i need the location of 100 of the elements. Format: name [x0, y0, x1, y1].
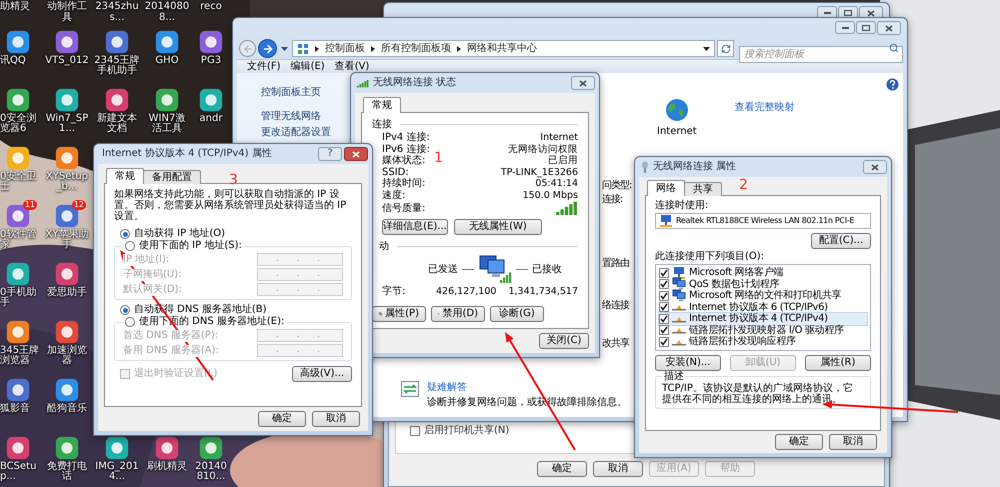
icon-label[interactable]: 345王牌浏览器 [0, 346, 42, 366]
button[interactable]: 确定 [258, 411, 306, 427]
item-label: 链路层拓扑发现响应程序 [689, 336, 796, 348]
icon-label[interactable]: 20140808... [144, 1, 190, 23]
close-button[interactable] [571, 76, 595, 90]
checkbox[interactable] [659, 314, 669, 324]
button[interactable]: 确定 [775, 434, 823, 450]
icon-label[interactable]: GHO [155, 56, 179, 66]
checkbox[interactable] [659, 290, 669, 301]
list-item[interactable]: Internet 协议版本 4 (TCP/IPv4) [659, 313, 867, 324]
icon-label[interactable]: 2345王牌手机助手 [94, 56, 140, 76]
checkbox[interactable] [659, 279, 669, 290]
minimize-button[interactable] [835, 21, 855, 34]
icon-label[interactable]: BCSetup... [0, 462, 42, 482]
button[interactable]: 安装(N)... [655, 354, 721, 370]
tab[interactable]: 常规 [106, 168, 144, 184]
maximize-button[interactable] [856, 21, 876, 34]
list-item[interactable]: Microsoft 网络客户端 [659, 267, 867, 278]
item-label: Internet 协议版本 4 (TCP/IPv4) [689, 313, 828, 324]
list-item[interactable]: QoS 数据包计划程序 [659, 278, 867, 290]
button[interactable]: 确定 [537, 461, 587, 477]
item-label: Microsoft 网络的文件和打印机共享 [689, 290, 842, 302]
search-icon [889, 43, 899, 53]
tab[interactable]: 共享 [684, 182, 722, 196]
button[interactable]: 配置(C)... [811, 233, 871, 249]
icon-label[interactable]: IMG_2014... [94, 462, 140, 482]
close-button[interactable] [863, 160, 887, 174]
tab[interactable]: 网络 [647, 180, 685, 196]
checkbox[interactable] [659, 336, 669, 347]
breadcrumb-item[interactable]: 所有控制面板项 [381, 42, 451, 54]
address-bar[interactable]: 控制面板 所有控制面板项 网络和共享中心 [292, 40, 715, 57]
button[interactable]: 取消 [829, 434, 877, 450]
icon-label[interactable]: 动制作工具 [44, 1, 90, 23]
button[interactable]: 关闭(C) [539, 333, 589, 349]
forward-button[interactable] [258, 39, 277, 58]
icon-label[interactable]: 讯QQ [0, 56, 42, 66]
icon-label[interactable]: 0手机助手 [0, 288, 42, 308]
list-item[interactable]: Internet 协议版本 6 (TCP/IPv6) [659, 302, 867, 313]
button[interactable]: 属性(R) [805, 354, 871, 370]
checkbox[interactable] [659, 325, 669, 336]
button[interactable]: 禁用(D) [431, 306, 485, 322]
help-icon[interactable] [886, 78, 899, 91]
menu-item[interactable]: 文件(F) [247, 60, 281, 72]
menu-item[interactable]: 编辑(E) [290, 60, 325, 72]
button[interactable]: 详细信息(E)... [382, 219, 448, 235]
help-button[interactable]: ? [318, 147, 342, 161]
control-panel-icon [297, 42, 309, 54]
breadcrumb-item[interactable]: 控制面板 [325, 42, 365, 54]
icon-label[interactable]: Win7_SP1... [44, 114, 90, 134]
close-button[interactable] [344, 147, 368, 161]
list-item[interactable]: Microsoft 网络的文件和打印机共享 [659, 290, 867, 302]
checkbox-label: 启用打印机共享(N) [424, 425, 510, 437]
checkbox[interactable] [659, 268, 669, 278]
icon-label[interactable]: reco [200, 1, 222, 12]
breadcrumb-item[interactable]: 网络和共享中心 [467, 42, 537, 54]
icon-label[interactable]: PG3 [200, 56, 222, 66]
icon-label[interactable]: 20140810... [192, 462, 230, 482]
icon-label[interactable]: VTS_012 [45, 56, 89, 66]
chevron-icon [371, 46, 375, 52]
map-link[interactable]: 查看完整映射 [734, 102, 795, 114]
refresh-button[interactable] [717, 40, 734, 57]
search-field[interactable]: 搜索控制面板 [739, 46, 903, 63]
field-label: IPv6 连接: [382, 144, 430, 155]
icon-label[interactable]: 加速浏览器 [44, 346, 90, 366]
icon-label[interactable]: andr [200, 114, 222, 124]
troubleshoot-link[interactable]: 疑难解答 [427, 381, 467, 394]
icon-label[interactable]: 新建文本文档 [94, 114, 140, 134]
close-button[interactable] [877, 21, 901, 35]
tab[interactable]: 备用配置 [143, 170, 201, 184]
icon-label[interactable]: 刷机精灵 [147, 462, 187, 472]
button[interactable]: 属性(P) [372, 306, 426, 322]
radio-button[interactable] [120, 229, 130, 239]
icon-label[interactable]: 狐影音 [0, 404, 42, 414]
checkbox[interactable] [659, 302, 669, 312]
list-item[interactable]: 链路层拓扑发现响应程序 [659, 336, 867, 348]
icon-label[interactable]: 酷狗音乐 [47, 404, 87, 414]
button[interactable]: 高级(V)... [292, 366, 352, 382]
list-item[interactable]: 链路层拓扑发现映射器 I/O 驱动程序 [659, 324, 867, 336]
radio-button[interactable] [125, 317, 135, 327]
tab[interactable]: 常规 [363, 97, 401, 113]
icon-label[interactable]: 免费打电话 [44, 462, 90, 482]
icon-label[interactable]: 爱思助手 [47, 288, 87, 298]
connection-icon [641, 161, 649, 173]
button[interactable]: 取消 [593, 461, 643, 477]
radio-button[interactable] [120, 305, 130, 315]
icon-label[interactable]: 助精灵 [0, 1, 42, 12]
sidebar-link[interactable]: 更改适配器设置 [261, 127, 331, 139]
icon-label[interactable]: 0安全浏览器6 [0, 114, 42, 134]
button[interactable]: 取消 [312, 411, 360, 427]
radio-button[interactable] [125, 241, 135, 251]
button[interactable]: 诊断(G) [490, 306, 544, 322]
checkbox[interactable] [410, 426, 420, 436]
field-label: 持续时间: [382, 178, 426, 190]
menu-item[interactable]: 查看(V) [334, 60, 370, 72]
sidebar-link[interactable]: 管理无线网络 [261, 111, 321, 123]
sidebar-link[interactable]: 控制面板主页 [261, 87, 321, 99]
button[interactable]: 无线属性(W) [454, 219, 542, 235]
checkbox[interactable] [120, 369, 130, 379]
icon-label[interactable]: WIN7激活工具 [144, 114, 190, 134]
icon-label[interactable]: 2345zhus... [94, 1, 140, 23]
